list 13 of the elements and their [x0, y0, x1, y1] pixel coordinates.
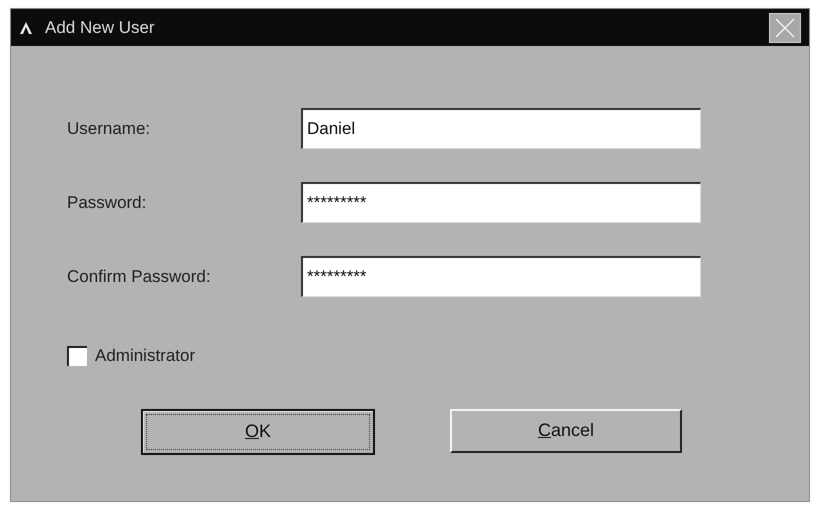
checkbox-label: Administrator — [95, 345, 196, 367]
app-logo-icon — [19, 20, 33, 34]
administrator-checkbox[interactable] — [67, 346, 87, 366]
field-label: Username: — [67, 118, 152, 140]
input-field[interactable]: ********* — [301, 256, 701, 297]
window-title: Add New User — [45, 16, 156, 39]
field-label: Password: — [67, 192, 148, 214]
close-icon — [774, 16, 796, 38]
field-label: Confirm Password: — [67, 266, 212, 288]
dialog-button[interactable]: Cancel — [450, 408, 682, 452]
dialog-button[interactable]: OK — [141, 408, 375, 454]
input-field[interactable]: ********* — [301, 182, 701, 223]
input-field[interactable]: Daniel — [301, 108, 701, 149]
